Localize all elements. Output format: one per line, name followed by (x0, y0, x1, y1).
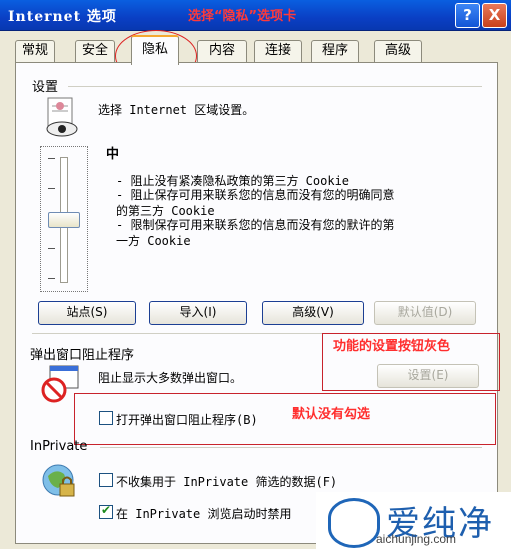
tab-general[interactable]: 常规 (15, 40, 55, 62)
zone-settings-icon (46, 97, 78, 137)
slider-tick (48, 248, 55, 249)
popup-blocker-desc: 阻止显示大多数弹出窗口。 (98, 371, 243, 385)
sites-button[interactable]: 站点(S) (38, 301, 136, 325)
slider-tick (48, 188, 55, 189)
watermark-logo: 爱纯净 aichunjing.com (316, 492, 511, 549)
close-button[interactable]: X (482, 3, 507, 28)
popup-settings-button[interactable]: 设置(E) (377, 364, 479, 388)
slider-tick (48, 158, 55, 159)
window-title: Internet 选项 (8, 9, 117, 25)
tab-content[interactable]: 内容 (197, 40, 247, 62)
inprivate-disable-checkbox[interactable]: ✔ (99, 503, 113, 519)
level-desc-line: - 阻止保存可用来联系您的信息而没有您的明确同意 (116, 188, 395, 202)
help-button[interactable]: ? (455, 3, 480, 28)
import-button[interactable]: 导入(I) (149, 301, 247, 325)
divider (68, 86, 482, 87)
tab-security[interactable]: 安全 (75, 40, 115, 62)
brand-logo-icon (328, 498, 380, 548)
tab-privacy[interactable]: 隐私 (131, 35, 179, 65)
check-icon: ✔ (101, 503, 112, 517)
privacy-slider-thumb[interactable] (48, 212, 80, 228)
slider-tick (48, 278, 55, 279)
inprivate-filter-label[interactable]: 不收集用于 InPrivate 筛选的数据(F) (116, 473, 337, 490)
settings-label: 设置 (32, 80, 59, 95)
popup-blocker-label: 弹出窗口阻止程序 (30, 348, 135, 363)
inprivate-icon (42, 464, 75, 497)
inprivate-label: InPrivate (30, 439, 88, 454)
tab-advanced[interactable]: 高级 (374, 40, 422, 62)
inprivate-filter-checkbox[interactable] (99, 473, 113, 487)
zone-description: 选择 Internet 区域设置。 (98, 103, 255, 117)
popup-blocker-checkbox-label[interactable]: 打开弹出窗口阻止程序(B) (116, 411, 258, 428)
watermark-url: aichunjing.com (376, 532, 457, 546)
advanced-button[interactable]: 高级(V) (262, 301, 364, 325)
annotation-buttons-gray: 功能的设置按钮灰色 (333, 339, 451, 354)
annotation-title-note: 选择“隐私”选项卡 (188, 9, 297, 24)
title-bar: Internet 选项 选择“隐私”选项卡 ? X (0, 0, 511, 31)
popup-blocker-checkbox[interactable] (99, 411, 113, 425)
level-desc-line: 一方 Cookie (116, 234, 191, 248)
level-desc-line: - 限制保存可用来联系您的信息而没有您的默许的第 (116, 218, 395, 232)
privacy-level: 中 (106, 147, 120, 162)
divider (100, 447, 482, 448)
default-button[interactable]: 默认值(D) (374, 301, 476, 325)
tab-programs[interactable]: 程序 (311, 40, 359, 62)
annotation-default-unchecked: 默认没有勾选 (292, 407, 371, 422)
inprivate-disable-label[interactable]: 在 InPrivate 浏览启动时禁用 (116, 505, 291, 522)
tab-connections[interactable]: 连接 (254, 40, 302, 62)
